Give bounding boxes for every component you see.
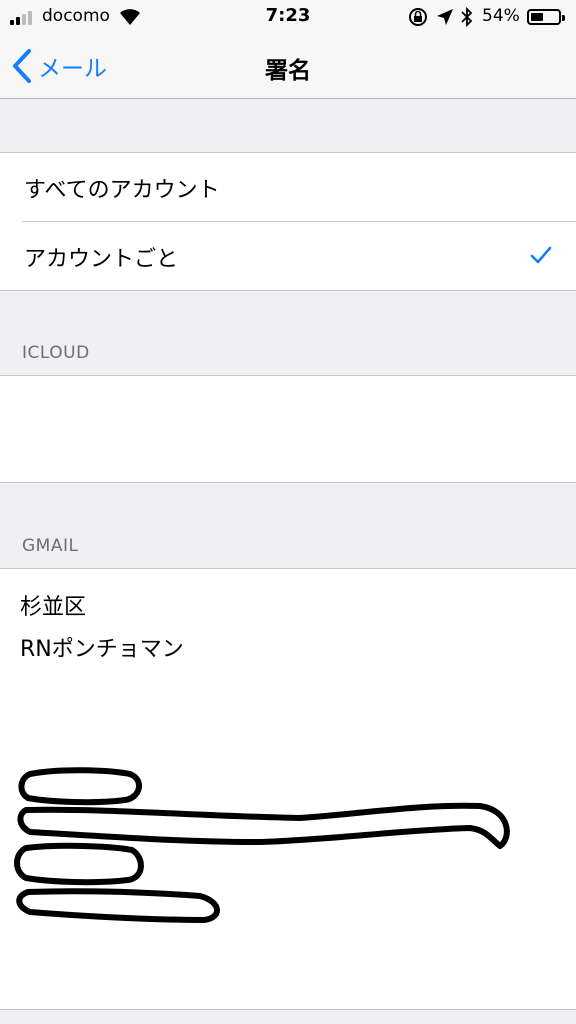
option-label: アカウントごと — [24, 247, 179, 272]
status-bar: docomo 7:23 54% — [0, 0, 576, 34]
section-header-gmail: GMAIL — [22, 536, 79, 556]
battery-fill — [531, 13, 544, 21]
battery-percent: 54% — [482, 6, 520, 26]
option-label: すべてのアカウント — [24, 178, 220, 203]
option-per-account[interactable]: アカウントごと — [22, 221, 576, 290]
signature-line: RNポンチョマン — [20, 637, 184, 662]
location-arrow-icon — [437, 9, 453, 25]
signature-mode-group: すべてのアカウント アカウントごと — [0, 152, 576, 291]
redaction-scribble — [14, 767, 510, 923]
icloud-signature-field[interactable] — [0, 375, 576, 483]
battery-icon — [527, 9, 565, 25]
checkmark-icon — [530, 246, 552, 264]
rotation-lock-icon — [409, 8, 427, 26]
bluetooth-icon — [461, 6, 473, 28]
option-all-accounts[interactable]: すべてのアカウント — [0, 153, 576, 221]
signature-line: 杉並区 — [20, 595, 87, 620]
page-title: 署名 — [265, 58, 311, 84]
navigation-bar: メール 署名 — [0, 34, 576, 99]
section-header-icloud: ICLOUD — [22, 343, 90, 363]
